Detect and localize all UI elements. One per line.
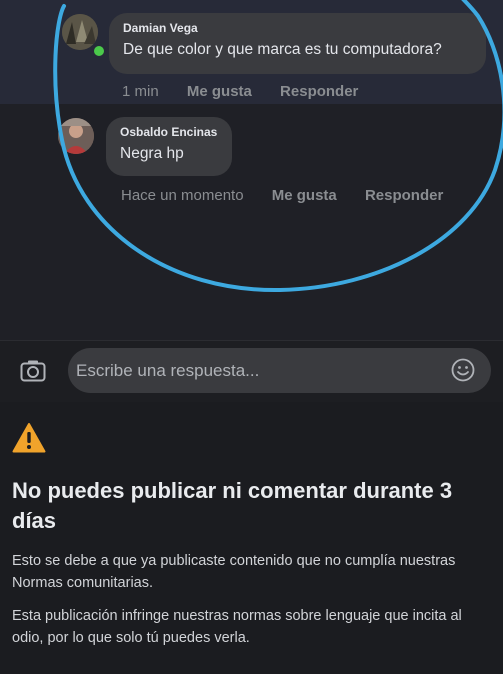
annotation-circle bbox=[53, 0, 503, 293]
reply-composer bbox=[0, 340, 503, 403]
camera-icon[interactable] bbox=[20, 359, 46, 383]
notice-title: No puedes publicar ni comentar durante 3… bbox=[12, 478, 453, 533]
warning-icon bbox=[12, 423, 46, 453]
emoji-icon[interactable] bbox=[451, 358, 475, 382]
reply-input[interactable] bbox=[68, 348, 491, 393]
notice-paragraph: Esta publicación infringe nuestras norma… bbox=[12, 608, 462, 646]
restriction-notice: No puedes publicar ni comentar durante 3… bbox=[0, 402, 503, 674]
notice-paragraph: Esto se debe a que ya publicaste conteni… bbox=[12, 553, 456, 591]
